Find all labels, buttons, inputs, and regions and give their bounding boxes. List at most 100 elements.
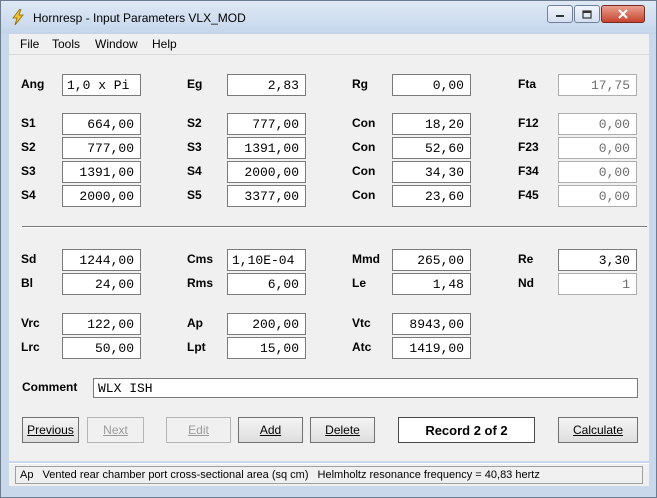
- previous-button[interactable]: Previous: [22, 417, 79, 443]
- s3-label: S3: [21, 164, 36, 178]
- s2b-label: S2: [187, 116, 202, 130]
- calculate-label: Calculate: [572, 423, 624, 437]
- con3-field[interactable]: 34,30: [392, 161, 471, 183]
- menu-file[interactable]: File: [20, 37, 39, 51]
- lpt-field[interactable]: 15,00: [227, 337, 306, 359]
- mmd-label: Mmd: [352, 252, 380, 266]
- s4-field[interactable]: 2000,00: [62, 185, 141, 207]
- con2-label: Con: [352, 140, 376, 154]
- status-description: Vented rear chamber port cross-sectional…: [42, 469, 309, 481]
- f34-field: 0,00: [558, 161, 637, 183]
- lrc-label: Lrc: [21, 340, 40, 354]
- window-title: Hornresp - Input Parameters VLX_MOD: [33, 11, 246, 25]
- calculate-button[interactable]: Calculate: [558, 417, 638, 443]
- s5-field[interactable]: 3377,00: [227, 185, 306, 207]
- con1-label: Con: [352, 116, 376, 130]
- f23-field: 0,00: [558, 137, 637, 159]
- lightning-icon: [12, 9, 24, 25]
- previous-label: Previous: [27, 423, 74, 437]
- sd-label: Sd: [21, 252, 37, 266]
- close-button[interactable]: [601, 5, 645, 23]
- status-field: Ap: [20, 469, 34, 481]
- rg-field[interactable]: 0,00: [392, 74, 471, 96]
- re-label: Re: [518, 252, 534, 266]
- status-bar: Ap Vented rear chamber port cross-sectio…: [9, 463, 649, 486]
- edit-label: Edit: [188, 423, 209, 437]
- s4b-label: S4: [187, 164, 202, 178]
- s3b-field[interactable]: 1391,00: [227, 137, 306, 159]
- fta-field: 17,75: [558, 74, 637, 96]
- eg-label: Eg: [187, 77, 203, 91]
- maximize-icon: [582, 9, 592, 19]
- f45-field: 0,00: [558, 185, 637, 207]
- s2-field[interactable]: 777,00: [62, 137, 141, 159]
- maximize-button[interactable]: [574, 5, 600, 23]
- close-icon: [618, 9, 628, 19]
- rms-field[interactable]: 6,00: [227, 273, 306, 295]
- ap-field[interactable]: 200,00: [227, 313, 306, 335]
- con4-label: Con: [352, 188, 376, 202]
- s1-field[interactable]: 664,00: [62, 113, 141, 135]
- title-bar[interactable]: Hornresp - Input Parameters VLX_MOD: [1, 1, 656, 34]
- app-window: Hornresp - Input Parameters VLX_MOD File…: [0, 0, 657, 498]
- add-button[interactable]: Add: [238, 417, 303, 443]
- le-field[interactable]: 1,48: [392, 273, 471, 295]
- menu-tools[interactable]: Tools: [52, 37, 80, 51]
- comment-field[interactable]: WLX ISH: [93, 378, 638, 398]
- s4b-field[interactable]: 2000,00: [227, 161, 306, 183]
- section-divider: [22, 226, 647, 228]
- lrc-field[interactable]: 50,00: [62, 337, 141, 359]
- eg-field[interactable]: 2,83: [227, 74, 306, 96]
- nd-field[interactable]: 1: [558, 273, 637, 295]
- f45-label: F45: [518, 188, 539, 202]
- con3-label: Con: [352, 164, 376, 178]
- con2-field[interactable]: 52,60: [392, 137, 471, 159]
- f12-field: 0,00: [558, 113, 637, 135]
- menu-window[interactable]: Window: [95, 37, 138, 51]
- s4-label: S4: [21, 188, 36, 202]
- s5-label: S5: [187, 188, 202, 202]
- mmd-field[interactable]: 265,00: [392, 249, 471, 271]
- con4-field[interactable]: 23,60: [392, 185, 471, 207]
- s3-field[interactable]: 1391,00: [62, 161, 141, 183]
- next-label: Next: [103, 423, 128, 437]
- status-text: Ap Vented rear chamber port cross-sectio…: [15, 466, 643, 484]
- fta-label: Fta: [518, 77, 536, 91]
- rms-label: Rms: [187, 276, 214, 290]
- s2-label: S2: [21, 140, 36, 154]
- lpt-label: Lpt: [187, 340, 206, 354]
- vrc-field[interactable]: 122,00: [62, 313, 141, 335]
- ang-field[interactable]: 1,0 x Pi: [62, 74, 141, 96]
- vtc-label: Vtc: [352, 316, 371, 330]
- le-label: Le: [352, 276, 367, 290]
- cms-label: Cms: [187, 252, 214, 266]
- con1-field[interactable]: 18,20: [392, 113, 471, 135]
- atc-field[interactable]: 1419,00: [392, 337, 471, 359]
- f23-label: F23: [518, 140, 539, 154]
- re-field[interactable]: 3,30: [558, 249, 637, 271]
- rg-label: Rg: [352, 77, 368, 91]
- f12-label: F12: [518, 116, 539, 130]
- vtc-field[interactable]: 8943,00: [392, 313, 471, 335]
- input-parameters-panel: Ang 1,0 x Pi Eg 2,83 Rg 0,00 Fta 17,75 S…: [9, 55, 649, 461]
- delete-button[interactable]: Delete: [310, 417, 375, 443]
- record-indicator: Record 2 of 2: [398, 417, 535, 443]
- sd-field[interactable]: 1244,00: [62, 249, 141, 271]
- minimize-button[interactable]: [547, 5, 573, 23]
- comment-label: Comment: [22, 380, 78, 394]
- edit-button: Edit: [166, 417, 231, 443]
- menu-bar: File Tools Window Help: [9, 34, 649, 55]
- s2b-field[interactable]: 777,00: [227, 113, 306, 135]
- s1-label: S1: [21, 116, 36, 130]
- menu-help[interactable]: Help: [152, 37, 177, 51]
- cms-field[interactable]: 1,10E-04: [227, 249, 306, 271]
- ap-label: Ap: [187, 316, 203, 330]
- next-button: Next: [87, 417, 144, 443]
- atc-label: Atc: [352, 340, 372, 354]
- nd-label: Nd: [518, 276, 534, 290]
- f34-label: F34: [518, 164, 539, 178]
- vrc-label: Vrc: [21, 316, 40, 330]
- bl-field[interactable]: 24,00: [62, 273, 141, 295]
- minimize-icon: [556, 15, 564, 17]
- bl-label: Bl: [21, 276, 33, 290]
